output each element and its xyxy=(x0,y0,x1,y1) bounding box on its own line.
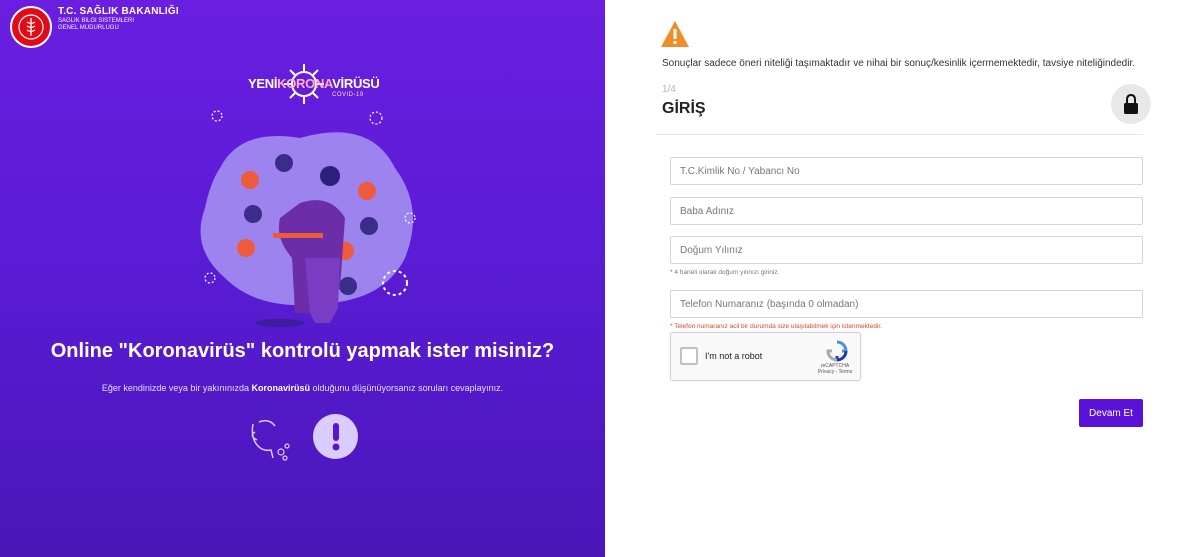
recaptcha-label: I'm not a robot xyxy=(705,351,763,361)
birth-year-input[interactable] xyxy=(670,236,1143,264)
campaign-tag: COVID-19 xyxy=(332,92,364,98)
father-name-input[interactable] xyxy=(670,197,1143,225)
ministry-subtitle-2: GENEL MÜDÜRLÜĞÜ xyxy=(58,25,119,31)
campaign-word-2: KORONA xyxy=(277,76,333,91)
campaign-logo: YENİKORONAVİRÜSÜ COVID-19 xyxy=(248,64,388,106)
hero-subline-suffix: olduğunu düşünüyorsanız soruları cevapla… xyxy=(309,383,504,393)
tc-id-input[interactable] xyxy=(670,157,1143,185)
hero-headline: Online "Koronavirüs" kontrolü yapmak ist… xyxy=(50,340,555,362)
recaptcha-icon xyxy=(826,340,848,362)
lock-icon xyxy=(1124,94,1138,114)
birth-year-hint: * 4 haneli olarak doğum yılınızı giriniz… xyxy=(670,269,780,276)
ministry-brand: T.C. SAĞLIK BAKANLIĞI SAĞLIK BİLGİ SİSTE… xyxy=(10,6,179,48)
phone-input[interactable] xyxy=(670,290,1143,318)
lock-badge xyxy=(1111,84,1151,124)
campaign-word-1: YENİ xyxy=(248,76,278,91)
recaptcha-checkbox[interactable] xyxy=(680,347,698,365)
recaptcha-brand: reCAPTCHA Privacy - Terms xyxy=(811,363,859,375)
hero-subline-bold: Koronavirüsü xyxy=(251,383,310,393)
recaptcha-links[interactable]: Privacy - Terms xyxy=(818,369,852,375)
phone-hint: * Telefon numaranız acil bir durumda siz… xyxy=(670,323,882,330)
cough-icon xyxy=(251,419,290,461)
ministry-logo-icon xyxy=(10,6,52,48)
step-indicator: 1/4 xyxy=(662,84,676,95)
alert-icon xyxy=(313,414,358,459)
hero-panel: T.C. SAĞLIK BAKANLIĞI SAĞLIK BİLGİ SİSTE… xyxy=(0,0,605,557)
disclaimer-text: Sonuçlar sadece öneri niteliği taşımakta… xyxy=(662,58,1136,69)
form-title: GİRİŞ xyxy=(662,100,706,117)
ministry-subtitle-1: SAĞLIK BİLGİ SİSTEMLERİ xyxy=(58,18,135,24)
symptom-illustration xyxy=(200,110,416,327)
hero-subline: Eğer kendinizde veya bir yakınınızda Kor… xyxy=(0,383,605,393)
campaign-word-3: VİRÜSÜ xyxy=(332,76,380,91)
continue-button[interactable]: Devam Et xyxy=(1079,399,1143,427)
warning-icon xyxy=(661,21,689,47)
ministry-title: T.C. SAĞLIK BAKANLIĞI xyxy=(58,6,179,17)
recaptcha-widget: I'm not a robot reCAPTCHA Privacy - Terms xyxy=(670,332,861,381)
hero-subline-prefix: Eğer kendinizde veya bir yakınınızda xyxy=(101,383,252,393)
title-divider xyxy=(656,134,1143,135)
